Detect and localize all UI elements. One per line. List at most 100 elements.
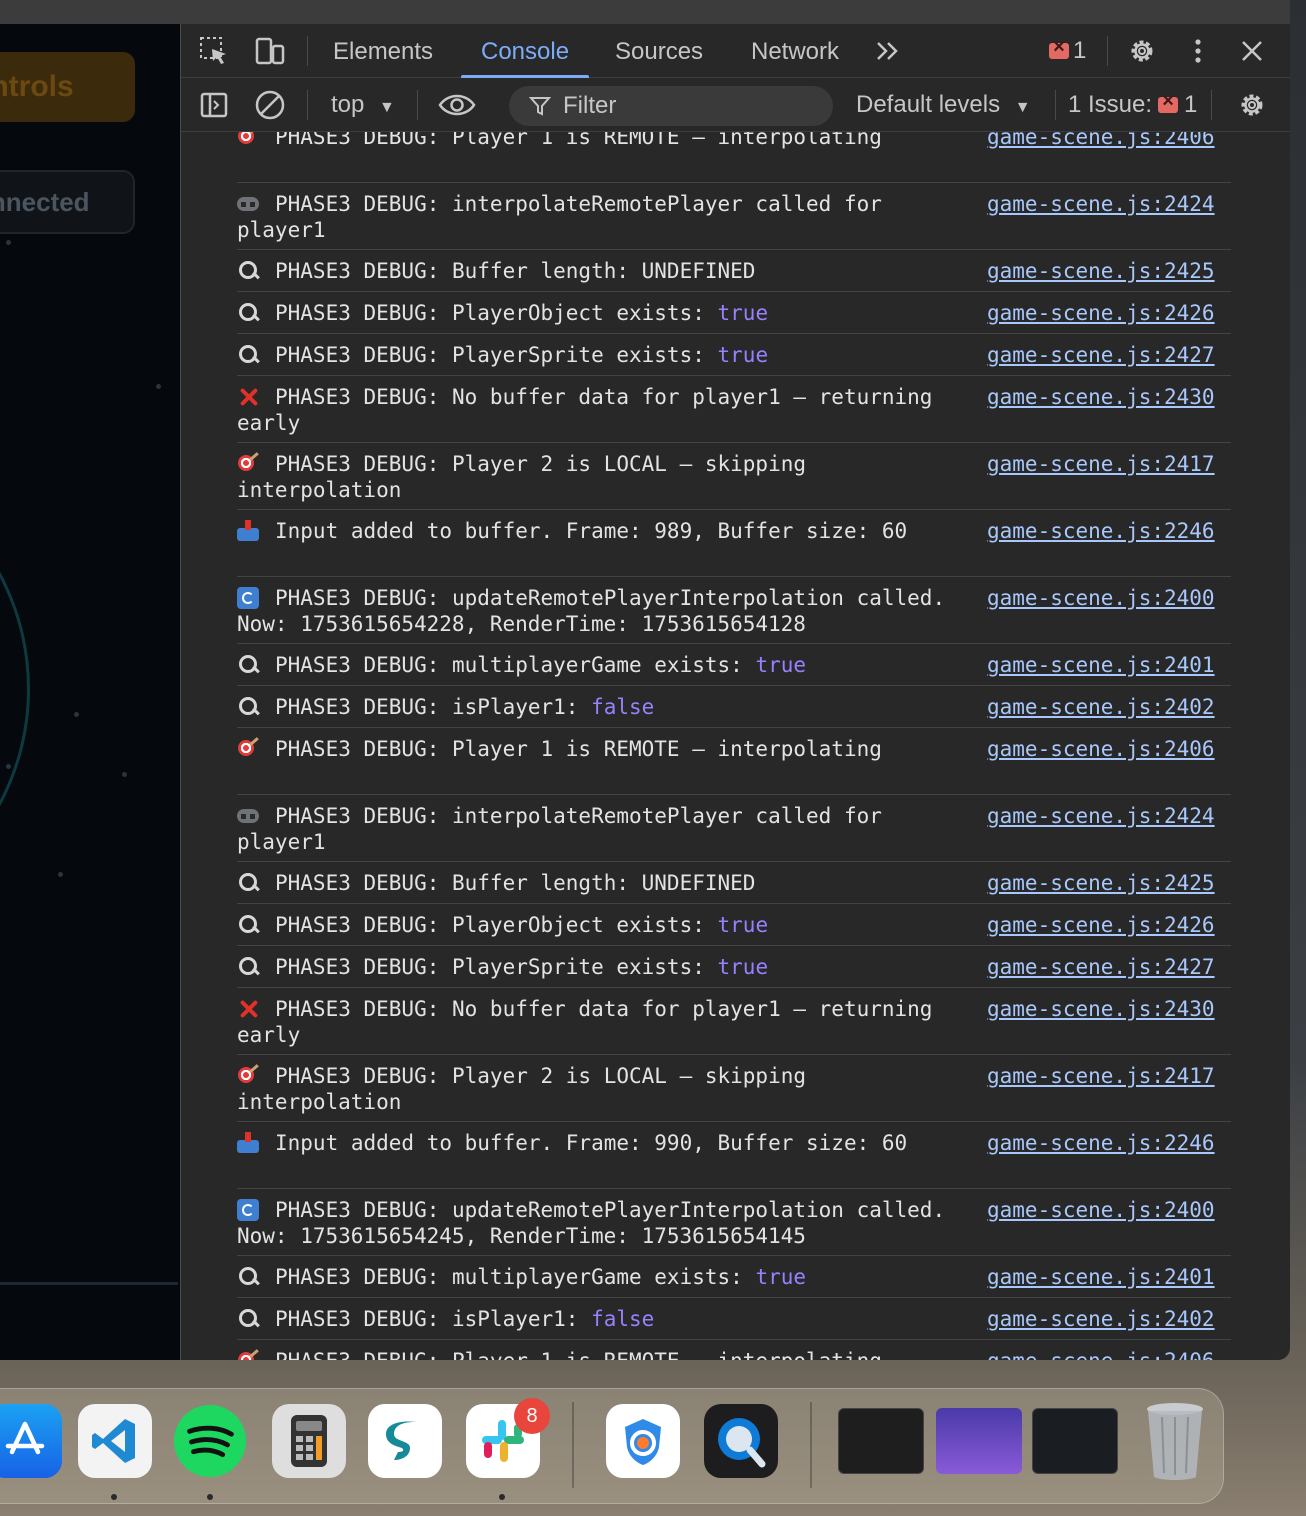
clear-console-icon[interactable] [253,88,287,122]
running-indicator [499,1494,505,1500]
quicktime-icon[interactable] [704,1404,778,1478]
boolean-value: true [717,913,769,937]
toolbar-separator [1211,90,1212,120]
message-body: PHASE3 DEBUG: PlayerObject exists: [275,913,718,937]
settings-gear-icon[interactable] [1125,34,1159,68]
live-expression-eye-icon[interactable] [437,88,477,122]
console-message: PHASE3 DEBUG: multiplayerGame exists: tr… [237,644,1231,686]
console-settings-gear-icon[interactable] [1235,88,1269,122]
source-link[interactable]: game-scene.js:2430 [987,996,1215,1022]
safari-window-thumbnail[interactable] [936,1408,1022,1474]
source-link[interactable]: game-scene.js:2426 [987,300,1215,326]
running-indicator [207,1494,213,1500]
source-link[interactable]: game-scene.js:2401 [987,1264,1215,1290]
device-toolbar-icon[interactable] [253,34,287,68]
source-link[interactable]: game-scene.js:2401 [987,652,1215,678]
console-message-text: PHASE3 DEBUG: No buffer data for player1… [237,384,977,436]
source-link[interactable]: game-scene.js:2424 [987,191,1215,217]
filter-funnel-icon [529,97,551,116]
issues-count: 1 [1184,91,1198,118]
target-icon [237,132,261,148]
target-icon [237,1350,261,1360]
console-message: PHASE3 DEBUG: Buffer length: UNDEFINED ga… [237,250,1231,292]
message-body: PHASE3 DEBUG: interpolateRemotePlayer ca… [237,192,895,242]
source-link[interactable]: game-scene.js:2424 [987,803,1215,829]
browser-top-strip [0,0,1290,24]
message-body: PHASE3 DEBUG: Buffer length: UNDEFINED [275,871,756,895]
console-message-text: PHASE3 DEBUG: PlayerObject exists: true [237,300,977,326]
error-cross-icon [237,386,261,408]
sidebar-toggle-icon[interactable] [197,88,231,122]
source-link[interactable]: game-scene.js:2417 [987,1063,1215,1089]
source-link[interactable]: game-scene.js:2406 [987,132,1215,150]
issues-label: 1 Issue: [1068,91,1153,118]
slack-notification-badge: 8 [514,1398,550,1434]
error-counter[interactable]: 1 [1049,36,1086,66]
more-options-icon[interactable] [1181,34,1215,68]
inspect-element-icon[interactable] [197,34,231,68]
source-link[interactable]: game-scene.js:2425 [987,258,1215,284]
console-message: PHASE3 DEBUG: updateRemotePlayerInterpol… [237,577,1231,644]
console-message-text: PHASE3 DEBUG: updateRemotePlayerInterpol… [237,1197,977,1249]
controls-button[interactable]: ontrols [0,52,135,122]
message-body: PHASE3 DEBUG: No buffer data for player1… [237,385,946,435]
source-link[interactable]: game-scene.js:2417 [987,451,1215,477]
magnifier-icon [237,872,261,894]
source-link[interactable]: game-scene.js:2400 [987,585,1215,611]
tab-sources[interactable]: Sources [595,24,723,78]
app-store-icon[interactable] [0,1404,62,1478]
context-label: top [331,91,365,118]
source-link[interactable]: game-scene.js:2426 [987,912,1215,938]
message-body: PHASE3 DEBUG: Player 2 is LOCAL – skippi… [237,1064,819,1114]
source-link[interactable]: game-scene.js:2402 [987,694,1215,720]
toolbar-separator [1055,90,1056,120]
tab-elements[interactable]: Elements [313,24,453,78]
context-select[interactable]: top ▼ [331,78,395,132]
console-message-text: PHASE3 DEBUG: PlayerSprite exists: true [237,342,977,368]
close-icon[interactable] [1235,34,1269,68]
console-message-text: PHASE3 DEBUG: interpolateRemotePlayer ca… [237,191,977,243]
refresh-icon [237,1199,261,1221]
console-message-text: Input added to buffer. Frame: 990, Buffe… [237,1130,977,1156]
source-link[interactable]: game-scene.js:2430 [987,384,1215,410]
spotify-icon[interactable] [173,1404,247,1478]
slack-window-thumbnail[interactable] [1032,1408,1118,1474]
firefox-icon[interactable] [606,1404,680,1478]
tab-console[interactable]: Console [461,24,590,78]
source-link[interactable]: game-scene.js:2246 [987,1130,1215,1156]
console-message-text: PHASE3 DEBUG: Player 2 is LOCAL – skippi… [237,1063,977,1115]
console-message-text: PHASE3 DEBUG: Player 1 is REMOTE – inter… [237,736,977,762]
vscode-window-thumbnail[interactable] [838,1408,924,1474]
boolean-value: false [591,1307,655,1331]
boolean-value: true [717,343,769,367]
tab-network[interactable]: Network [731,24,859,78]
message-body: Input added to buffer. Frame: 990, Buffe… [275,1131,908,1155]
message-body: PHASE3 DEBUG: PlayerObject exists: [275,301,718,325]
magnifier-icon [237,1266,261,1288]
levels-label: Default levels [856,91,1001,118]
console-message-text: PHASE3 DEBUG: multiplayerGame exists: tr… [237,1264,977,1290]
star [58,872,63,877]
calculator-icon[interactable] [272,1404,346,1478]
source-link[interactable]: game-scene.js:2400 [987,1197,1215,1223]
vscode-icon[interactable] [78,1404,152,1478]
console-message: PHASE3 DEBUG: interpolateRemotePlayer ca… [237,183,1231,250]
star [122,772,127,777]
log-levels-select[interactable]: Default levels ▼ [856,78,1031,132]
trash-icon[interactable] [1138,1403,1212,1480]
console-message-text: PHASE3 DEBUG: Buffer length: UNDEFINED [237,258,977,284]
console-message-text: PHASE3 DEBUG: Player 1 is REMOTE – inter… [237,132,977,150]
source-link[interactable]: game-scene.js:2425 [987,870,1215,896]
issues-counter[interactable]: 1 Issue: 1 [1068,78,1197,132]
source-link[interactable]: game-scene.js:2427 [987,342,1215,368]
filter-input[interactable]: Filter [509,86,833,126]
console-messages: PHASE3 DEBUG: Player 1 is REMOTE – inter… [181,132,1290,1360]
source-link[interactable]: game-scene.js:2402 [987,1306,1215,1332]
boolean-value: true [717,301,769,325]
source-link[interactable]: game-scene.js:2427 [987,954,1215,980]
source-link[interactable]: game-scene.js:2406 [987,736,1215,762]
source-link[interactable]: game-scene.js:2406 [987,1348,1215,1360]
source-link[interactable]: game-scene.js:2246 [987,518,1215,544]
more-tabs-icon[interactable] [871,34,905,68]
surfshark-icon[interactable] [368,1404,442,1478]
